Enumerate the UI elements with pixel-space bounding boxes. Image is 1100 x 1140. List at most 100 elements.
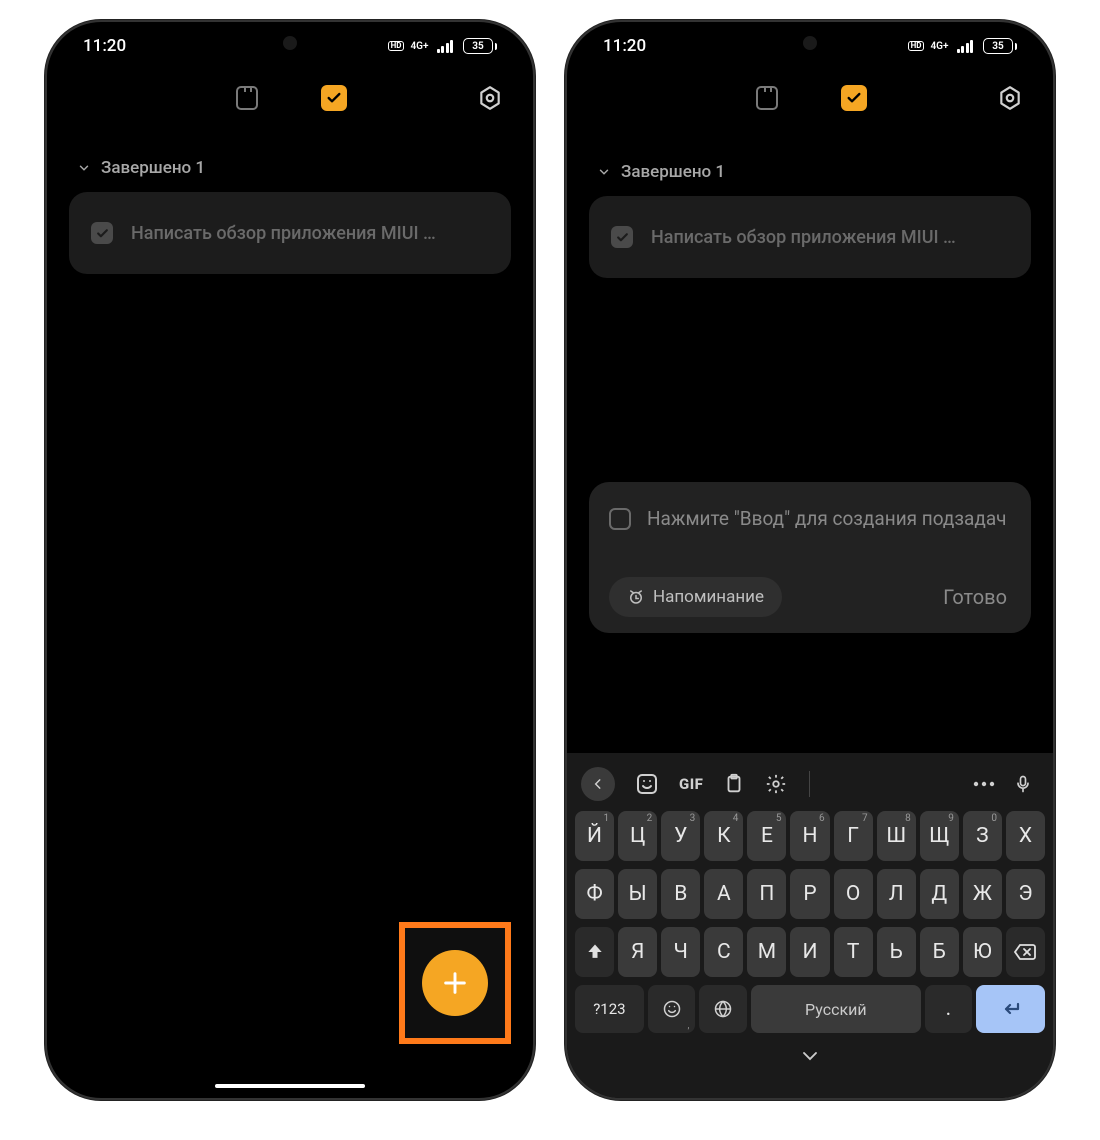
notes-icon — [756, 86, 778, 110]
enter-key[interactable] — [976, 985, 1045, 1033]
status-icons: HD 4G+ 35 — [388, 38, 497, 54]
gear-icon — [477, 85, 503, 111]
completed-label: Завершено 1 — [101, 158, 205, 178]
key-О[interactable]: О — [834, 869, 873, 919]
emoji-key[interactable]: , — [648, 985, 696, 1033]
divider — [809, 771, 810, 797]
completed-label: Завершено 1 — [621, 162, 725, 182]
check-icon — [616, 231, 629, 244]
emoji-icon — [662, 999, 682, 1019]
battery-icon: 35 — [983, 38, 1017, 54]
key-Я[interactable]: Я — [618, 927, 657, 977]
key-Щ[interactable]: Щ9 — [920, 811, 959, 861]
clock: 11:20 — [603, 36, 646, 56]
chevron-down-icon — [597, 165, 611, 179]
chevron-down-icon — [77, 161, 91, 175]
key-У[interactable]: У3 — [661, 811, 700, 861]
home-indicator[interactable] — [215, 1084, 365, 1088]
key-К[interactable]: К4 — [704, 811, 743, 861]
key-row-2: ФЫВАПРОЛДЖЭ — [573, 869, 1047, 919]
key-Ы[interactable]: Ы — [618, 869, 657, 919]
task-checkbox-empty[interactable] — [609, 508, 631, 530]
network-label: 4G+ — [410, 41, 428, 52]
task-input[interactable]: Нажмите "Ввод" для создания подзадач — [647, 506, 1007, 533]
tab-tasks[interactable] — [841, 85, 867, 111]
mic-icon — [1013, 774, 1033, 794]
key-Ц[interactable]: Ц2 — [618, 811, 657, 861]
sticker-button[interactable] — [635, 772, 659, 796]
task-text: Написать обзор приложения MIUI … — [131, 223, 436, 244]
key-Ь[interactable]: Ь — [877, 927, 916, 977]
key-С[interactable]: С — [704, 927, 743, 977]
key-Ч[interactable]: Ч — [661, 927, 700, 977]
key-Е[interactable]: Е5 — [747, 811, 786, 861]
task-checkbox-done[interactable] — [91, 222, 113, 244]
symbols-key[interactable]: ?123 — [575, 985, 644, 1033]
period-key[interactable]: . — [925, 985, 973, 1033]
task-row[interactable]: Написать обзор приложения MIUI … — [589, 196, 1031, 278]
completed-section-header[interactable]: Завершено 1 — [567, 162, 1053, 196]
mic-button[interactable] — [1013, 774, 1033, 794]
space-key[interactable]: Русский — [751, 985, 920, 1033]
key-Х[interactable]: Х — [1006, 811, 1045, 861]
key-В[interactable]: В — [661, 869, 700, 919]
tab-notes[interactable] — [753, 84, 781, 112]
key-Э[interactable]: Э — [1006, 869, 1045, 919]
key-Ф[interactable]: Ф — [575, 869, 614, 919]
key-З[interactable]: З0 — [963, 811, 1002, 861]
language-key[interactable] — [699, 985, 747, 1033]
shift-key[interactable] — [575, 927, 614, 977]
kb-more-button[interactable] — [973, 781, 995, 787]
tab-tasks[interactable] — [321, 85, 347, 111]
camera-notch — [803, 36, 817, 50]
add-task-button[interactable] — [422, 950, 488, 1016]
kb-settings-button[interactable] — [765, 773, 787, 795]
key-Г[interactable]: Г7 — [834, 811, 873, 861]
settings-button[interactable] — [997, 85, 1023, 111]
gif-button[interactable]: GIF — [679, 775, 703, 793]
key-row-1: Й1Ц2У3К4Е5Н6Г7Ш8Щ9З0Х — [573, 811, 1047, 861]
enter-icon — [999, 997, 1023, 1021]
task-checkbox-done[interactable] — [611, 226, 633, 248]
keyboard-toolbar: GIF — [573, 761, 1047, 811]
check-icon — [326, 90, 342, 106]
key-Р[interactable]: Р — [790, 869, 829, 919]
globe-icon — [713, 999, 733, 1019]
completed-section-header[interactable]: Завершено 1 — [47, 122, 533, 192]
key-Ш[interactable]: Ш8 — [877, 811, 916, 861]
key-Й[interactable]: Й1 — [575, 811, 614, 861]
check-icon — [846, 90, 862, 106]
check-icon — [96, 227, 109, 240]
key-row-3: ЯЧСМИТЬБЮ — [573, 927, 1047, 977]
kb-back-button[interactable] — [581, 767, 615, 801]
clipboard-button[interactable] — [723, 773, 745, 795]
notes-icon — [236, 86, 258, 110]
settings-button[interactable] — [477, 85, 503, 111]
backspace-icon — [1013, 942, 1037, 962]
clipboard-icon — [723, 773, 745, 795]
key-А[interactable]: А — [704, 869, 743, 919]
backspace-key[interactable] — [1006, 927, 1045, 977]
key-Б[interactable]: Б — [920, 927, 959, 977]
collapse-keyboard[interactable] — [573, 1041, 1047, 1092]
top-tabs — [567, 60, 1053, 122]
task-text: Написать обзор приложения MIUI … — [651, 227, 956, 248]
key-Ю[interactable]: Ю — [963, 927, 1002, 977]
key-П[interactable]: П — [747, 869, 786, 919]
reminder-button[interactable]: Напоминание — [609, 577, 782, 617]
key-Л[interactable]: Л — [877, 869, 916, 919]
volte-badge: HD — [388, 41, 405, 52]
key-Н[interactable]: Н6 — [790, 811, 829, 861]
clock: 11:20 — [83, 36, 126, 56]
tab-notes[interactable] — [233, 84, 261, 112]
volte-badge: HD — [908, 41, 925, 52]
key-Т[interactable]: Т — [834, 927, 873, 977]
key-И[interactable]: И — [790, 927, 829, 977]
key-М[interactable]: М — [747, 927, 786, 977]
done-button[interactable]: Готово — [943, 585, 1011, 609]
key-Ж[interactable]: Ж — [963, 869, 1002, 919]
task-row[interactable]: Написать обзор приложения MIUI … — [69, 192, 511, 274]
key-Д[interactable]: Д — [920, 869, 959, 919]
alarm-icon — [627, 588, 645, 606]
signal-icon — [437, 39, 454, 53]
